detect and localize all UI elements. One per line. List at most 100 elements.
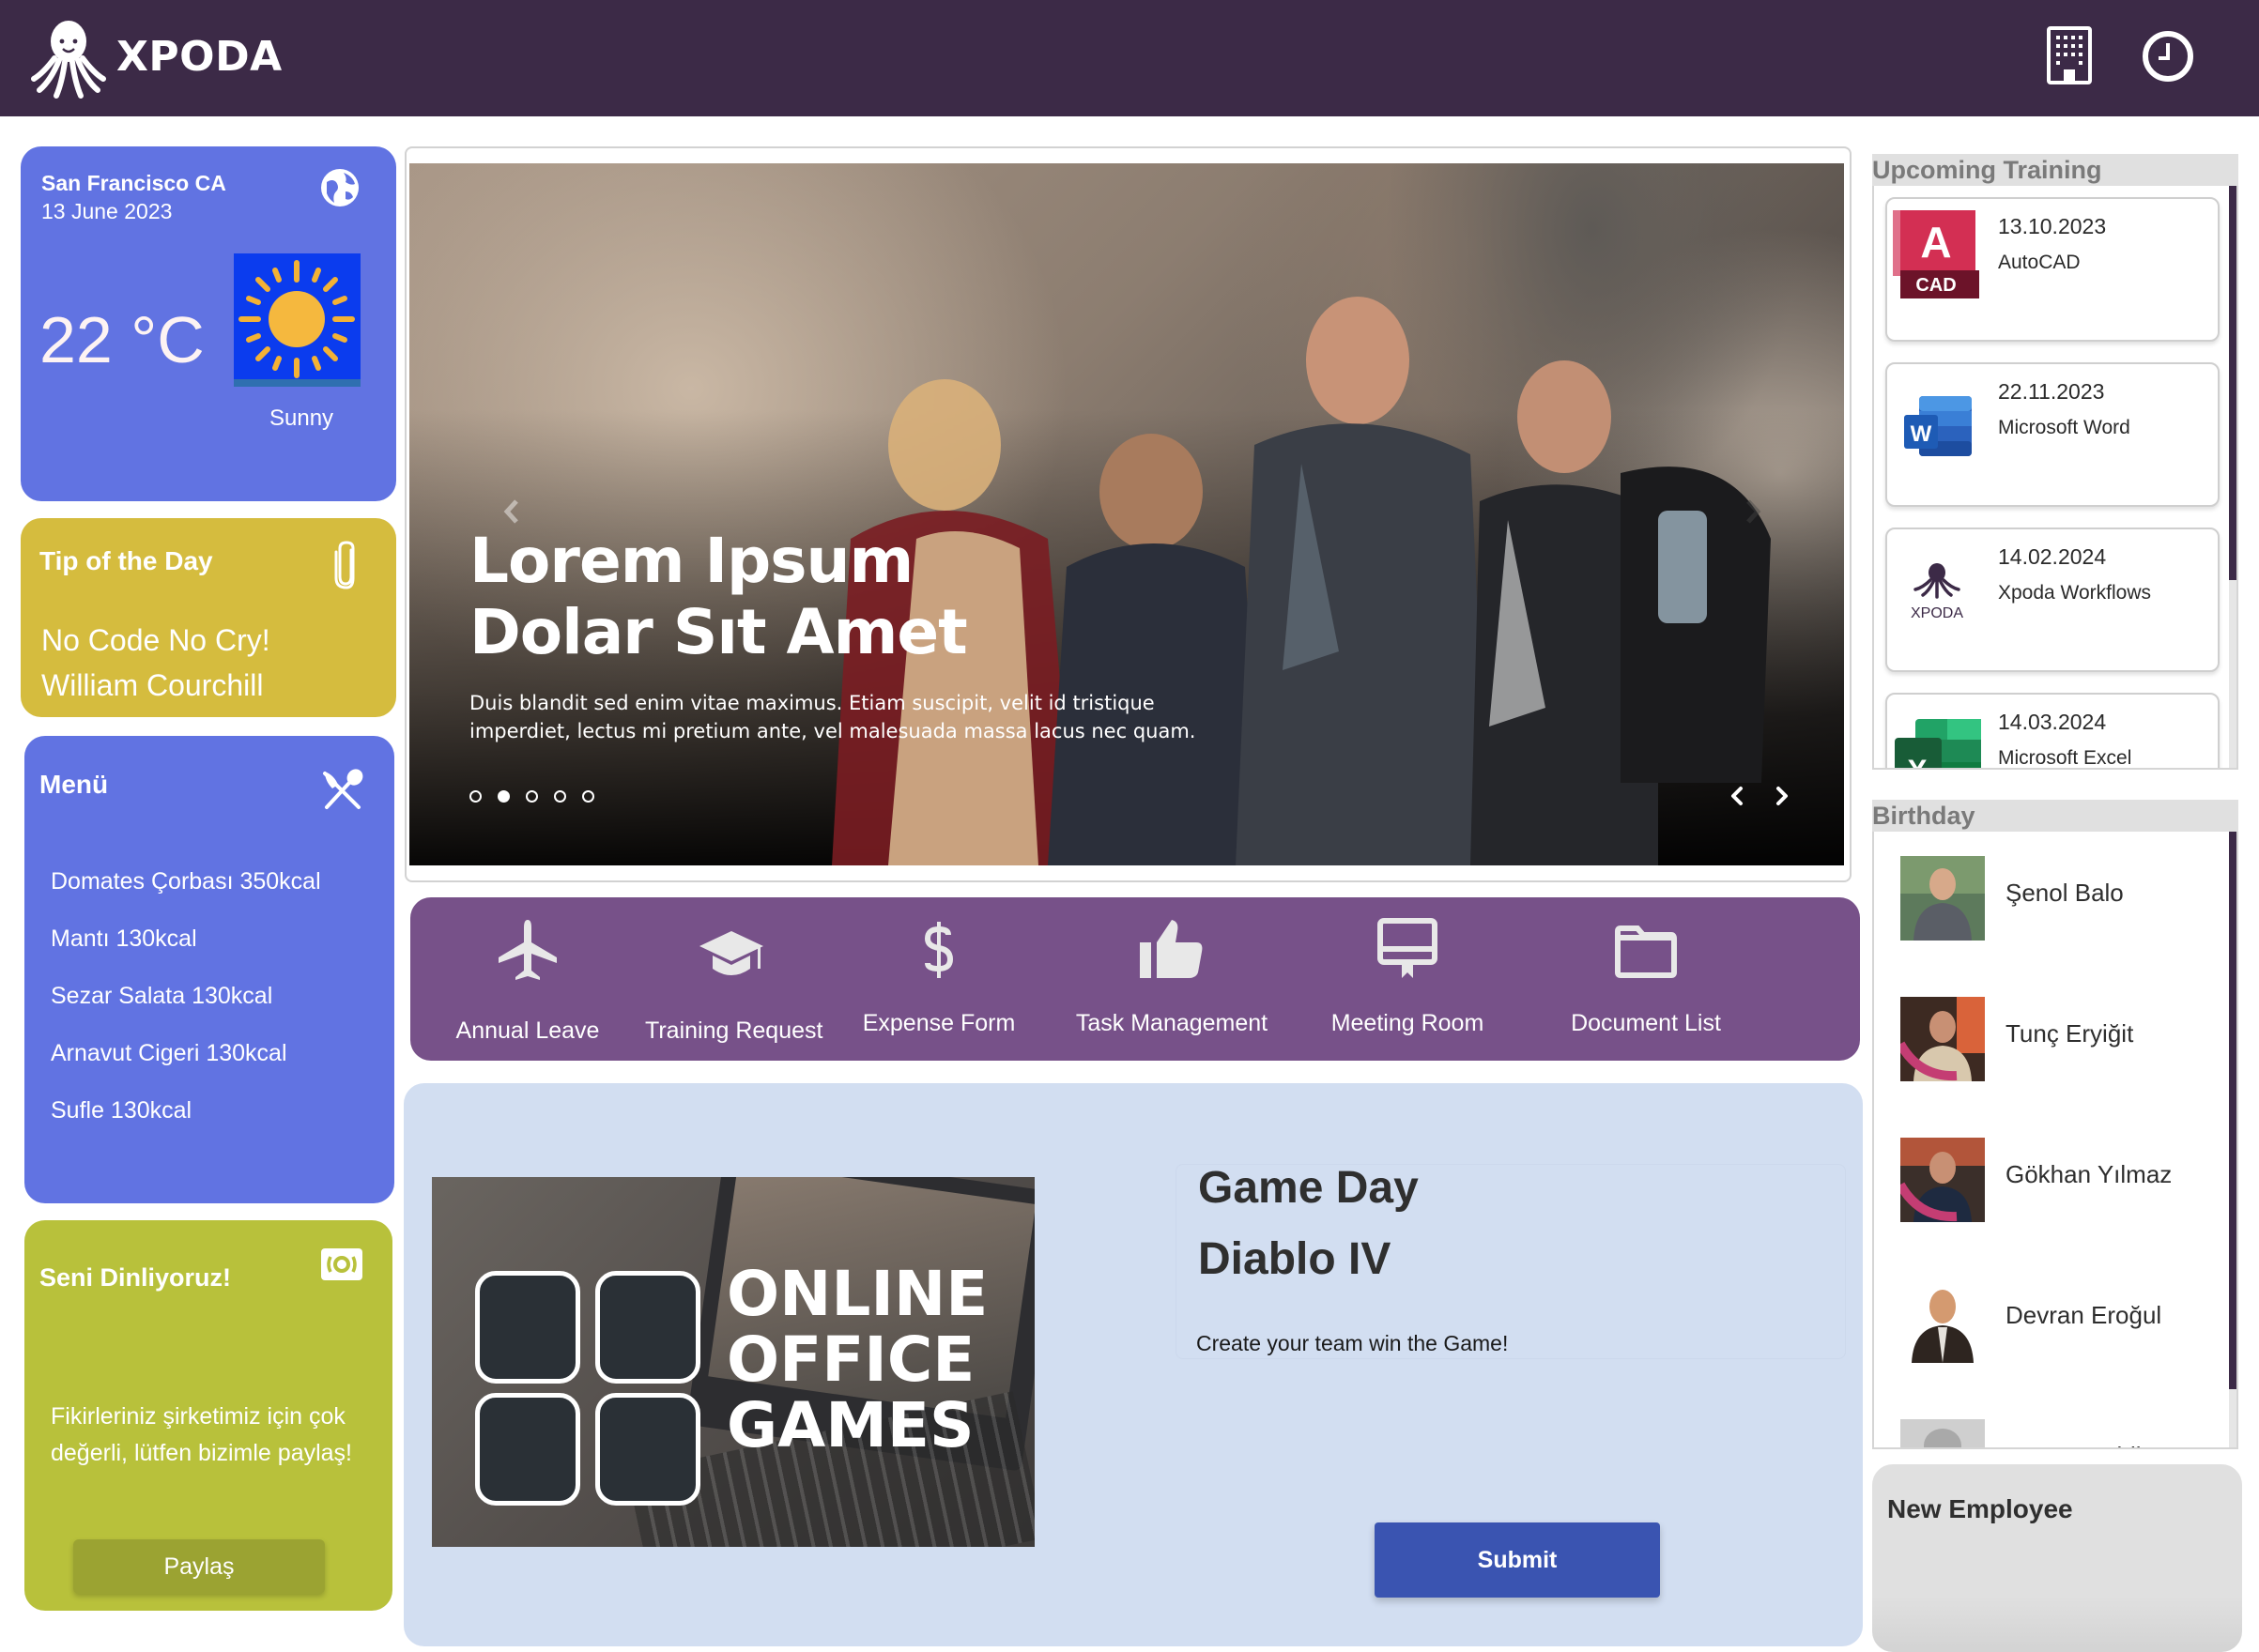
share-button[interactable]: Paylaş xyxy=(73,1539,325,1594)
training-item[interactable]: XPODA 14.02.2024 Xpoda Workflows xyxy=(1885,528,2220,672)
menu-card: Menü Domates Çorbası 350kcal Mantı 130kc… xyxy=(24,736,394,1203)
poster-title: ONLINE OFFICE GAMES xyxy=(727,1262,988,1459)
carousel-prev-button[interactable] xyxy=(1726,783,1748,809)
birthday-name: Intenet Public xyxy=(2005,1442,2154,1447)
tip-quote-author: William Courchill xyxy=(41,668,264,702)
quick-link-label: Annual Leave xyxy=(455,1017,600,1044)
character-avatar xyxy=(475,1393,580,1506)
online-office-games-poster: ONLINE OFFICE GAMES xyxy=(432,1177,1035,1547)
training-scrollbar[interactable] xyxy=(2229,186,2236,768)
birthday-person[interactable]: Tunç Eryiğit xyxy=(1874,997,2221,1091)
svg-text:W: W xyxy=(1911,421,1932,447)
carousel-dot-4[interactable] xyxy=(554,790,566,803)
avatar xyxy=(1900,1278,1985,1363)
training-item[interactable]: X 14.03.2024 Microsoft Excel xyxy=(1885,693,2220,770)
word-icon: W xyxy=(1904,396,1972,456)
menu-item: Sezar Salata 130kcal xyxy=(51,983,273,1009)
birthday-name: Şenol Balo xyxy=(2005,879,2124,907)
birthday-name: Tunç Eryiğit xyxy=(2005,1019,2134,1048)
sun-icon xyxy=(234,253,361,387)
svg-text:XPODA: XPODA xyxy=(1911,605,1963,621)
svg-text:CAD: CAD xyxy=(1915,275,1956,296)
brand-name: XPODA xyxy=(116,32,283,81)
tip-title: Tip of the Day xyxy=(39,546,213,575)
birthday-person[interactable]: Devran Eroğul xyxy=(1874,1278,2221,1372)
scrollbar-thumb[interactable] xyxy=(2229,186,2236,580)
event-panel: ONLINE OFFICE GAMES Game Day Diablo IV C… xyxy=(404,1083,1863,1646)
carousel-subtext: Duis blandit sed enim vitae maximus. Eti… xyxy=(469,692,1196,742)
thumbs-up-icon xyxy=(1140,920,1203,978)
menu-item: Arnavut Cigeri 130kcal xyxy=(51,1040,287,1066)
menu-list: Domates Çorbası 350kcal Mantı 130kcal Se… xyxy=(51,867,321,1154)
birthday-person[interactable]: Gökhan Yılmaz xyxy=(1874,1138,2221,1231)
upcoming-training-list: A CAD 13.10.2023 AutoCAD W 22.11.2023 Mi… xyxy=(1872,186,2238,770)
building-icon[interactable] xyxy=(2043,26,2096,84)
training-item[interactable]: W 22.11.2023 Microsoft Word xyxy=(1885,362,2220,507)
carousel-next-button[interactable] xyxy=(1771,783,1793,809)
birthday-person[interactable]: Şenol Balo xyxy=(1874,856,2221,950)
training-name: Xpoda Workflows xyxy=(1998,582,2152,604)
tip-quote: No Code No Cry! William Courchill xyxy=(41,618,270,708)
avatar xyxy=(1900,1138,1985,1222)
poster-line: OFFICE xyxy=(727,1323,976,1396)
carousel-dot-5[interactable] xyxy=(582,790,594,803)
tip-of-the-day-card: Tip of the Day No Code No Cry! William C… xyxy=(21,518,396,717)
folder-icon xyxy=(1615,925,1677,978)
octopus-logo-icon xyxy=(31,21,106,99)
poster-line: ONLINE xyxy=(727,1258,989,1330)
autocad-icon: A CAD xyxy=(1893,210,1979,298)
svg-text:X: X xyxy=(1907,754,1928,770)
birthday-scrollbar[interactable] xyxy=(2229,832,2236,1447)
clock-icon[interactable] xyxy=(2141,29,2195,84)
quick-link-task-management[interactable]: Task Management xyxy=(1060,897,1283,1061)
quick-link-label: Expense Form xyxy=(862,1010,1016,1036)
avatar xyxy=(1900,856,1985,941)
tip-quote-text: No Code No Cry! xyxy=(41,623,270,657)
svg-text:A: A xyxy=(1920,218,1951,267)
character-avatar xyxy=(475,1271,580,1384)
training-name: Microsoft Excel xyxy=(1998,747,2132,769)
training-date: 14.02.2024 xyxy=(1998,544,2107,569)
event-subtitle: Diablo IV xyxy=(1198,1234,1391,1284)
training-name: AutoCAD xyxy=(1998,252,2081,273)
globe-icon[interactable] xyxy=(319,167,361,208)
poster-line: GAMES xyxy=(727,1389,975,1461)
quick-link-annual-leave[interactable]: Annual Leave xyxy=(410,897,645,1061)
avatar xyxy=(1900,997,1985,1081)
quick-link-label: Meeting Room xyxy=(1330,1010,1484,1036)
feedback-description: Fikirleriniz şirketimiz için çok değerli… xyxy=(51,1403,352,1466)
training-date: 22.11.2023 xyxy=(1998,379,2105,404)
menu-title: Menü xyxy=(39,770,109,799)
hero-carousel[interactable]: Lorem Ipsum Dolar Sıt Amet Duis blandit … xyxy=(409,163,1844,865)
feedback-title: Seni Dinliyoruz! xyxy=(39,1263,232,1292)
xpoda-icon: XPODA xyxy=(1911,563,1963,621)
chevron-left-icon[interactable] xyxy=(501,497,522,526)
submit-button[interactable]: Submit xyxy=(1375,1522,1660,1598)
quick-link-training-request[interactable]: Training Request xyxy=(645,897,822,1061)
carousel-dot-3[interactable] xyxy=(526,790,538,803)
carousel-dot-2[interactable] xyxy=(498,790,510,803)
menu-item: Mantı 130kcal xyxy=(51,925,197,952)
top-bar: XPODA xyxy=(0,0,2259,116)
brand-logo[interactable]: XPODA xyxy=(30,13,283,99)
training-name: Microsoft Word xyxy=(1998,417,2130,438)
new-employee-title: New Employee xyxy=(1887,1494,2073,1523)
new-employee-card: New Employee xyxy=(1872,1464,2242,1652)
upcoming-training-title: Upcoming Training xyxy=(1872,154,2238,186)
menu-item: Sufle 130kcal xyxy=(51,1097,192,1124)
event-description: Create your team win the Game! xyxy=(1196,1331,1509,1355)
quick-link-document-list[interactable]: Document List xyxy=(1531,897,1760,1061)
carousel-headline-line2: Dolar Sıt Amet xyxy=(469,596,968,668)
scrollbar-thumb[interactable] xyxy=(2229,832,2236,1389)
weather-city: San Francisco CA xyxy=(41,171,226,195)
quick-link-expense-form[interactable]: Expense Form xyxy=(818,897,1060,1061)
menu-item: Domates Çorbası 350kcal xyxy=(51,868,321,895)
quick-link-meeting-room[interactable]: Meeting Room xyxy=(1283,897,1531,1061)
carousel-headline-line1: Lorem Ipsum xyxy=(469,525,914,597)
training-item[interactable]: A CAD 13.10.2023 AutoCAD xyxy=(1885,197,2220,342)
chevron-right-icon[interactable] xyxy=(1743,497,1763,526)
birthday-person[interactable]: Intenet Public xyxy=(1874,1419,2221,1447)
carousel-dot-1[interactable] xyxy=(469,790,482,803)
carousel-dots xyxy=(469,790,594,803)
excel-icon: X xyxy=(1895,719,1981,770)
